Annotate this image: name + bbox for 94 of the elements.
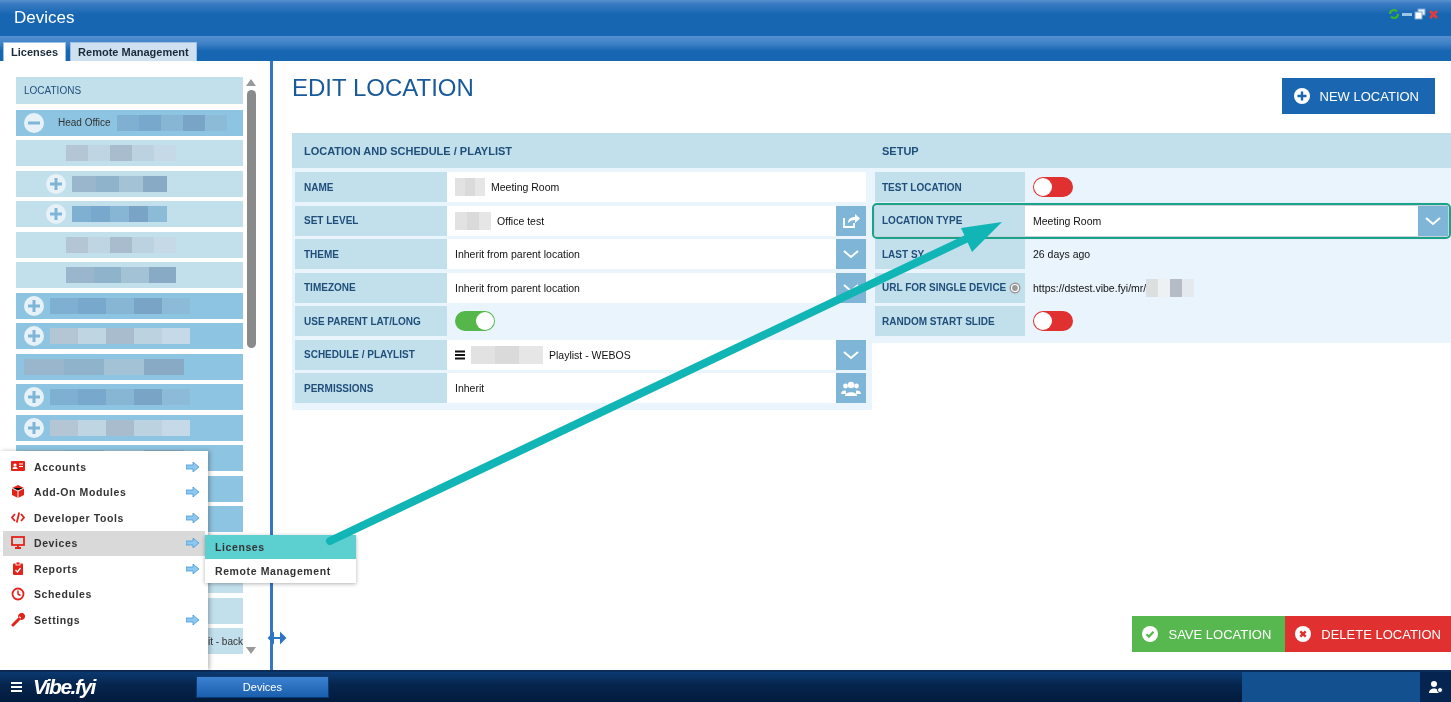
tree-row[interactable] bbox=[16, 353, 243, 380]
arrow-right-icon bbox=[186, 614, 199, 625]
expand-icon[interactable] bbox=[24, 326, 44, 346]
x-circle-icon bbox=[1295, 626, 1312, 642]
plus-circle-icon bbox=[1293, 88, 1310, 104]
panel-header: SETUP bbox=[872, 133, 1451, 168]
resize-handle-icon[interactable] bbox=[268, 631, 286, 643]
clock-icon bbox=[11, 587, 25, 602]
toggle-switch[interactable] bbox=[1033, 311, 1073, 331]
arrow-right-icon bbox=[186, 512, 199, 523]
field-label: THEME bbox=[304, 248, 339, 260]
logo[interactable]: Vibe.fyi bbox=[33, 675, 95, 699]
arrow-right-icon bbox=[186, 563, 199, 574]
dropdown-field[interactable]: Meeting Room bbox=[1025, 205, 1448, 236]
field-value: https://dstest.vibe.fyi/mr/ bbox=[1033, 281, 1147, 294]
field-label: TEST LOCATION bbox=[882, 181, 962, 193]
tree-row[interactable]: Head Office bbox=[16, 109, 243, 136]
menu-item[interactable]: Settings bbox=[3, 607, 205, 633]
scroll-up-icon[interactable] bbox=[246, 79, 256, 86]
tree-row[interactable] bbox=[16, 323, 243, 349]
tab[interactable]: Remote Management bbox=[70, 42, 197, 61]
dropdown-button[interactable] bbox=[836, 239, 866, 269]
field-label: SCHEDULE / PLAYLIST bbox=[304, 349, 415, 360]
collapse-icon[interactable] bbox=[24, 112, 44, 133]
id-card-icon bbox=[11, 459, 25, 474]
check-circle-icon bbox=[1142, 626, 1159, 642]
submenu-item[interactable]: Remote Management bbox=[205, 559, 356, 583]
list-header: LOCATIONS bbox=[16, 77, 243, 104]
restore-icon[interactable] bbox=[1414, 8, 1426, 20]
field-label: USE PARENT LAT/LONG bbox=[304, 315, 421, 327]
dropdown-field[interactable]: Inherit from parent location bbox=[447, 239, 866, 269]
tab[interactable]: Licenses bbox=[3, 42, 67, 61]
monitor-icon bbox=[11, 536, 25, 551]
tree-row[interactable] bbox=[16, 262, 243, 288]
arrow-right-icon bbox=[186, 538, 199, 549]
clipboard-icon bbox=[11, 561, 25, 576]
page-title: EDIT LOCATION bbox=[292, 74, 474, 102]
code-icon bbox=[11, 510, 25, 525]
menu-item[interactable]: Add-On Modules bbox=[3, 479, 205, 505]
expand-icon[interactable] bbox=[46, 173, 66, 194]
submenu-item[interactable]: Licenses bbox=[205, 535, 356, 559]
dropdown-field[interactable]: Inherit from parent location bbox=[447, 272, 866, 303]
field-label: RANDOM START SLIDE bbox=[882, 315, 995, 327]
expand-icon[interactable] bbox=[24, 295, 44, 316]
dropdown-field[interactable]: Playlist - WEBOS bbox=[447, 339, 866, 370]
new-location-button[interactable]: NEW LOCATION bbox=[1281, 78, 1435, 114]
tree-row[interactable] bbox=[16, 201, 243, 227]
tree-row[interactable] bbox=[16, 140, 243, 166]
menu-item[interactable]: Reports bbox=[3, 556, 205, 582]
scroll-down-icon[interactable] bbox=[246, 647, 256, 654]
expand-icon[interactable] bbox=[46, 204, 66, 224]
toggle-switch[interactable] bbox=[1033, 177, 1073, 197]
window-title: Devices bbox=[14, 8, 75, 28]
list-icon bbox=[455, 349, 465, 360]
open-button[interactable] bbox=[836, 205, 866, 236]
field-label: URL FOR SINGLE DEVICE bbox=[882, 282, 1007, 293]
menu-item[interactable]: Devices bbox=[3, 530, 205, 556]
permissions-button[interactable] bbox=[836, 373, 866, 403]
menu-item[interactable]: Developer Tools bbox=[3, 505, 205, 531]
taskbar-button[interactable]: Devices bbox=[195, 676, 329, 698]
dropdown-button[interactable] bbox=[1418, 205, 1448, 236]
tree-row[interactable] bbox=[16, 231, 243, 258]
arrow-right-icon bbox=[186, 487, 199, 498]
field-label: LOCATION TYPE bbox=[882, 215, 963, 226]
dropdown-button[interactable] bbox=[836, 339, 866, 370]
arrow-right-icon bbox=[186, 461, 199, 472]
field-value: 26 days ago bbox=[1033, 248, 1091, 260]
tree-row[interactable] bbox=[16, 414, 243, 441]
menu-item[interactable]: Schedules bbox=[3, 581, 205, 607]
expand-icon[interactable] bbox=[24, 387, 44, 407]
people-icon bbox=[841, 379, 861, 397]
user-settings-icon[interactable] bbox=[1428, 681, 1443, 693]
field-label: SET LEVEL bbox=[304, 215, 359, 226]
tree-row[interactable] bbox=[16, 170, 243, 197]
tree-row[interactable] bbox=[16, 384, 243, 410]
tree-row[interactable] bbox=[16, 292, 243, 319]
expand-icon[interactable] bbox=[24, 417, 44, 438]
refresh-icon[interactable] bbox=[1388, 8, 1400, 20]
delete-location-button[interactable]: DELETE LOCATION bbox=[1285, 616, 1451, 652]
menu-item[interactable]: Accounts bbox=[3, 454, 205, 480]
cube-icon bbox=[11, 485, 25, 500]
share-icon bbox=[841, 211, 861, 230]
field-label: PERMISSIONS bbox=[304, 382, 374, 394]
input-field[interactable]: Office test bbox=[447, 205, 866, 236]
input-field[interactable]: Inherit bbox=[447, 373, 866, 403]
toggle-switch[interactable] bbox=[455, 311, 495, 331]
panel-header: LOCATION AND SCHEDULE / PLAYLIST bbox=[292, 133, 872, 168]
text-field[interactable]: Meeting Room bbox=[447, 172, 866, 202]
location-name: it - back bbox=[208, 635, 243, 647]
field-label: NAME bbox=[304, 181, 334, 193]
wrench-icon bbox=[11, 612, 25, 627]
field-label: TIMEZONE bbox=[304, 282, 356, 293]
menu-icon[interactable] bbox=[11, 682, 22, 692]
location-name: Head Office bbox=[58, 117, 111, 128]
